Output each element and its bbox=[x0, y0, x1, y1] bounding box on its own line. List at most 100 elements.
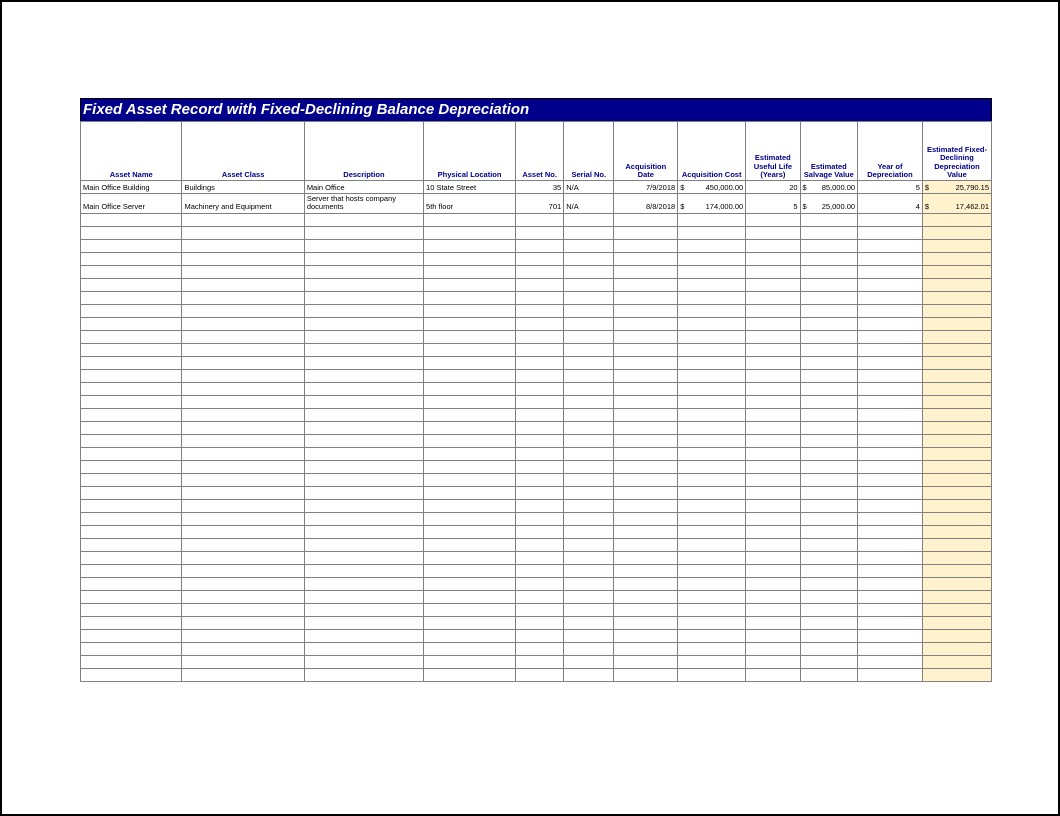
cell-empty[interactable] bbox=[564, 343, 614, 356]
cell-empty[interactable] bbox=[858, 473, 923, 486]
cell-empty[interactable] bbox=[614, 603, 678, 616]
cell-empty[interactable] bbox=[746, 317, 800, 330]
table-row[interactable] bbox=[81, 499, 992, 512]
table-row[interactable] bbox=[81, 317, 992, 330]
cell-empty[interactable] bbox=[81, 603, 182, 616]
cell-empty[interactable] bbox=[858, 668, 923, 681]
cell-empty[interactable] bbox=[678, 538, 746, 551]
cell-empty[interactable] bbox=[516, 369, 564, 382]
cell-empty[interactable] bbox=[858, 499, 923, 512]
cell-empty[interactable] bbox=[182, 265, 304, 278]
cell-empty[interactable] bbox=[922, 239, 991, 252]
cell-empty[interactable] bbox=[564, 577, 614, 590]
cell-empty[interactable] bbox=[800, 603, 858, 616]
cell-empty[interactable] bbox=[182, 382, 304, 395]
cell-empty[interactable] bbox=[304, 265, 423, 278]
cell-useful-life[interactable]: 20 bbox=[746, 181, 800, 194]
cell-empty[interactable] bbox=[858, 538, 923, 551]
cell-empty[interactable] bbox=[678, 265, 746, 278]
cell-empty[interactable] bbox=[516, 408, 564, 421]
cell-empty[interactable] bbox=[614, 512, 678, 525]
cell-empty[interactable] bbox=[304, 434, 423, 447]
cell-empty[interactable] bbox=[182, 590, 304, 603]
cell-empty[interactable] bbox=[922, 486, 991, 499]
cell-empty[interactable] bbox=[81, 564, 182, 577]
cell-empty[interactable] bbox=[81, 343, 182, 356]
cell-empty[interactable] bbox=[922, 330, 991, 343]
table-row[interactable] bbox=[81, 577, 992, 590]
cell-empty[interactable] bbox=[516, 421, 564, 434]
cell-empty[interactable] bbox=[922, 603, 991, 616]
cell-empty[interactable] bbox=[922, 317, 991, 330]
cell-empty[interactable] bbox=[922, 525, 991, 538]
cell-empty[interactable] bbox=[516, 252, 564, 265]
cell-empty[interactable] bbox=[858, 330, 923, 343]
cell-empty[interactable] bbox=[304, 590, 423, 603]
cell-empty[interactable] bbox=[424, 434, 516, 447]
cell-empty[interactable] bbox=[564, 564, 614, 577]
cell-empty[interactable] bbox=[424, 655, 516, 668]
cell-empty[interactable] bbox=[516, 590, 564, 603]
cell-empty[interactable] bbox=[614, 317, 678, 330]
cell-empty[interactable] bbox=[614, 421, 678, 434]
cell-empty[interactable] bbox=[800, 577, 858, 590]
cell-empty[interactable] bbox=[424, 577, 516, 590]
cell-empty[interactable] bbox=[182, 629, 304, 642]
table-row[interactable] bbox=[81, 343, 992, 356]
cell-empty[interactable] bbox=[564, 616, 614, 629]
cell-empty[interactable] bbox=[424, 551, 516, 564]
cell-empty[interactable] bbox=[564, 499, 614, 512]
cell-salvage[interactable]: $85,000.00 bbox=[800, 181, 858, 194]
cell-empty[interactable] bbox=[304, 473, 423, 486]
cell-empty[interactable] bbox=[516, 213, 564, 226]
cell-empty[interactable] bbox=[678, 330, 746, 343]
cell-empty[interactable] bbox=[81, 577, 182, 590]
cell-empty[interactable] bbox=[858, 486, 923, 499]
cell-empty[interactable] bbox=[81, 408, 182, 421]
cell-empty[interactable] bbox=[516, 304, 564, 317]
cell-empty[interactable] bbox=[858, 590, 923, 603]
cell-empty[interactable] bbox=[678, 512, 746, 525]
cell-empty[interactable] bbox=[564, 642, 614, 655]
cell-empty[interactable] bbox=[424, 616, 516, 629]
cell-empty[interactable] bbox=[182, 447, 304, 460]
cell-empty[interactable] bbox=[424, 668, 516, 681]
cell-empty[interactable] bbox=[858, 239, 923, 252]
cell-empty[interactable] bbox=[678, 447, 746, 460]
cell-empty[interactable] bbox=[922, 291, 991, 304]
cell-empty[interactable] bbox=[800, 252, 858, 265]
cell-empty[interactable] bbox=[922, 473, 991, 486]
cell-empty[interactable] bbox=[182, 564, 304, 577]
cell-empty[interactable] bbox=[746, 590, 800, 603]
cell-empty[interactable] bbox=[746, 278, 800, 291]
cell-empty[interactable] bbox=[922, 655, 991, 668]
cell-empty[interactable] bbox=[800, 655, 858, 668]
cell-empty[interactable] bbox=[81, 460, 182, 473]
cell-empty[interactable] bbox=[516, 486, 564, 499]
cell-empty[interactable] bbox=[922, 629, 991, 642]
cell-empty[interactable] bbox=[922, 512, 991, 525]
cell-empty[interactable] bbox=[516, 382, 564, 395]
cell-empty[interactable] bbox=[746, 226, 800, 239]
cell-salvage[interactable]: $25,000.00 bbox=[800, 194, 858, 214]
cell-empty[interactable] bbox=[81, 473, 182, 486]
cell-empty[interactable] bbox=[800, 265, 858, 278]
cell-empty[interactable] bbox=[424, 239, 516, 252]
cell-empty[interactable] bbox=[564, 317, 614, 330]
cell-empty[interactable] bbox=[800, 304, 858, 317]
cell-empty[interactable] bbox=[304, 577, 423, 590]
cell-empty[interactable] bbox=[81, 499, 182, 512]
cell-empty[interactable] bbox=[564, 590, 614, 603]
cell-empty[interactable] bbox=[424, 564, 516, 577]
cell-empty[interactable] bbox=[424, 447, 516, 460]
cell-acq-cost[interactable]: $450,000.00 bbox=[678, 181, 746, 194]
cell-empty[interactable] bbox=[746, 577, 800, 590]
cell-empty[interactable] bbox=[858, 460, 923, 473]
cell-empty[interactable] bbox=[858, 265, 923, 278]
cell-empty[interactable] bbox=[304, 330, 423, 343]
cell-empty[interactable] bbox=[614, 499, 678, 512]
cell-empty[interactable] bbox=[81, 330, 182, 343]
cell-empty[interactable] bbox=[182, 525, 304, 538]
cell-empty[interactable] bbox=[424, 226, 516, 239]
cell-empty[interactable] bbox=[424, 265, 516, 278]
